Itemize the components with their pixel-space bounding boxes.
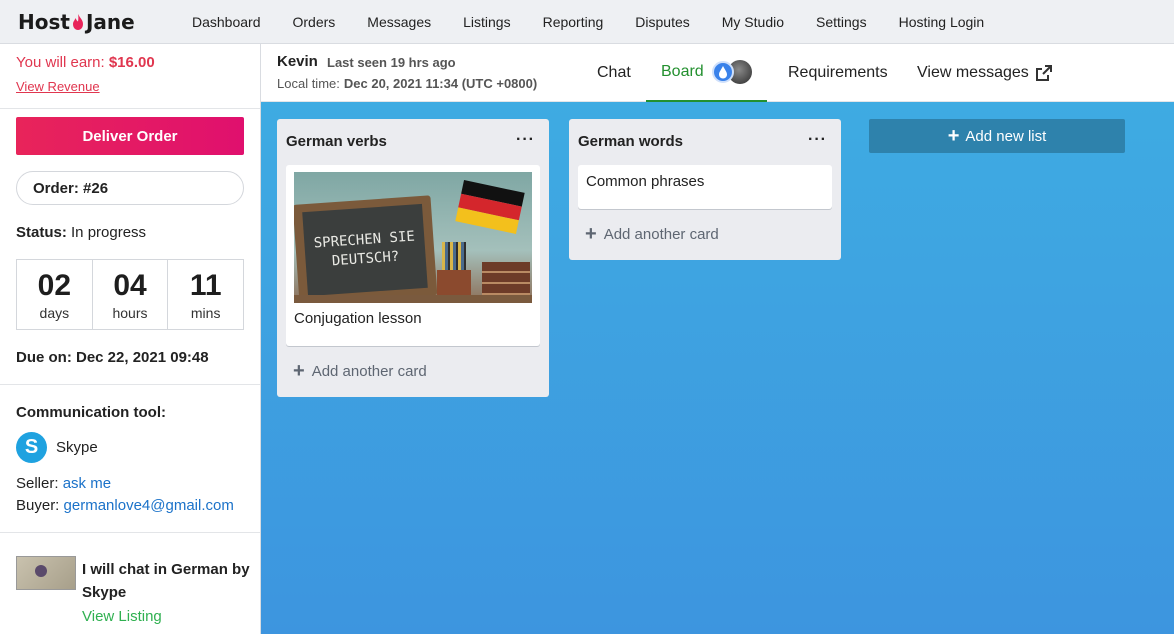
board-list: German words ··· Common phrases + Add an… xyxy=(569,119,841,260)
nav-dashboard[interactable]: Dashboard xyxy=(192,14,261,30)
order-sidebar: You will earn: $16.00 View Revenue Deliv… xyxy=(0,44,261,634)
tab-view-messages[interactable]: View messages xyxy=(917,44,1052,102)
board-card[interactable]: SPRECHEN SIE DEUTSCH? Conjugation lesson xyxy=(286,165,540,346)
tab-board-label: Board xyxy=(661,63,704,80)
board-list: German verbs ··· SPRECHEN SIE DEUTSCH? C… xyxy=(277,119,549,397)
nav-settings[interactable]: Settings xyxy=(816,14,867,30)
board-area: German verbs ··· SPRECHEN SIE DEUTSCH? C… xyxy=(261,102,1174,634)
more-icon[interactable]: ··· xyxy=(808,131,827,149)
divider xyxy=(0,108,260,109)
seller-contact: Seller: ask me xyxy=(16,475,111,492)
status-value: In progress xyxy=(66,224,147,241)
timer-days-value: 02 xyxy=(37,268,72,302)
timer-hours-value: 04 xyxy=(113,268,147,302)
communication-tool: S Skype xyxy=(16,432,98,463)
add-new-list-button[interactable]: + Add new list xyxy=(869,119,1125,153)
local-time: Local time: Dec 20, 2021 11:34 (UTC +0800… xyxy=(277,76,537,91)
pencils-decoration xyxy=(442,242,466,272)
hostjane-logo[interactable]: Host Jane xyxy=(18,10,192,34)
timer-hours-label: hours xyxy=(112,304,148,321)
buyer-name: Kevin xyxy=(277,53,318,70)
nav-my-studio[interactable]: My Studio xyxy=(722,14,784,30)
nav-menu: Dashboard Orders Messages Listings Repor… xyxy=(192,14,1016,30)
communication-tool-title: Communication tool: xyxy=(16,404,166,421)
seller-label: Seller: xyxy=(16,475,63,492)
timer-days: 02 days xyxy=(17,260,93,329)
timer-mins: 11 mins xyxy=(168,260,243,329)
skype-icon: S xyxy=(16,432,47,463)
german-flag xyxy=(455,180,525,234)
card-cover-image: SPRECHEN SIE DEUTSCH? xyxy=(294,172,532,303)
add-card-label: Add another card xyxy=(311,363,427,380)
status-label: Status: xyxy=(16,224,67,241)
nav-orders[interactable]: Orders xyxy=(293,14,336,30)
timer-mins-value: 11 xyxy=(189,268,222,302)
chalkboard-frame: SPRECHEN SIE DEUTSCH? xyxy=(294,195,438,303)
board-card[interactable]: Common phrases xyxy=(578,165,832,209)
local-time-value: Dec 20, 2021 11:34 (UTC +0800) xyxy=(343,76,538,91)
external-link-icon xyxy=(1035,65,1052,81)
earn-label: You will earn: xyxy=(16,54,109,71)
listing-thumbnail[interactable] xyxy=(16,556,76,590)
list-title: German verbs xyxy=(286,133,387,150)
nav-listings[interactable]: Listings xyxy=(463,14,510,30)
tab-requirements-label: Requirements xyxy=(788,64,888,81)
order-header: Kevin Last seen 19 hrs ago Local time: De… xyxy=(261,44,1174,102)
table-decoration xyxy=(294,295,532,303)
tab-chat[interactable]: Chat xyxy=(597,44,631,102)
tab-requirements[interactable]: Requirements xyxy=(788,44,888,102)
tab-chat-label: Chat xyxy=(597,64,631,81)
due-date: Due on: Dec 22, 2021 09:48 xyxy=(16,349,209,366)
plus-icon: + xyxy=(947,124,960,147)
nav-messages[interactable]: Messages xyxy=(367,14,431,30)
list-title: German words xyxy=(578,133,684,150)
add-list-label: Add new list xyxy=(965,127,1047,145)
nav-hosting-login[interactable]: Hosting Login xyxy=(899,14,985,30)
card-title: Common phrases xyxy=(586,173,705,190)
nav-disputes[interactable]: Disputes xyxy=(635,14,689,30)
view-revenue-link[interactable]: View Revenue xyxy=(16,79,100,94)
view-listing-link[interactable]: View Listing xyxy=(82,608,162,625)
chalkboard-text-line2: DEUTSCH? xyxy=(331,248,400,270)
add-card-button[interactable]: + Add another card xyxy=(585,223,719,245)
seller-contact-link[interactable]: ask me xyxy=(63,475,111,492)
listing-title: I will chat in German by Skype xyxy=(82,561,250,601)
buyer-label: Buyer: xyxy=(16,497,64,514)
thumbnail-avatar xyxy=(35,565,47,577)
order-number: Order: #26 xyxy=(16,171,244,205)
divider xyxy=(0,384,260,385)
local-time-label: Local time: xyxy=(277,76,340,91)
timer-mins-label: mins xyxy=(190,304,221,321)
earnings-text: You will earn: $16.00 xyxy=(16,54,155,71)
add-card-button[interactable]: + Add another card xyxy=(293,360,427,382)
buyer-email-link[interactable]: germanlove4@gmail.com xyxy=(64,497,234,514)
buyer-contact: Buyer: germanlove4@gmail.com xyxy=(16,497,234,514)
deliver-order-button[interactable]: Deliver Order xyxy=(16,117,244,155)
plus-icon: + xyxy=(293,360,305,382)
logo-text-host: Host xyxy=(18,9,70,34)
timer-hours: 04 hours xyxy=(93,260,169,329)
add-card-label: Add another card xyxy=(603,226,719,243)
flame-icon xyxy=(72,13,83,30)
countdown-timer: 02 days 04 hours 11 mins xyxy=(16,259,244,330)
last-seen: Last seen 19 hrs ago xyxy=(327,55,456,70)
nav-reporting[interactable]: Reporting xyxy=(543,14,604,30)
earn-amount: $16.00 xyxy=(108,54,155,71)
plus-icon: + xyxy=(585,223,597,245)
logo-text-jane: Jane xyxy=(85,9,135,34)
divider xyxy=(0,532,260,533)
chalkboard: SPRECHEN SIE DEUTSCH? xyxy=(302,203,428,297)
tab-view-messages-label: View messages xyxy=(917,64,1029,81)
top-navbar: Host Jane Dashboard Orders Messages List… xyxy=(0,0,1174,44)
timer-days-label: days xyxy=(39,304,70,321)
tab-board[interactable]: Board xyxy=(646,44,767,102)
card-title: Conjugation lesson xyxy=(294,310,422,327)
order-status: Status: In progress xyxy=(16,224,146,241)
communication-tool-name: Skype xyxy=(56,439,98,456)
more-icon[interactable]: ··· xyxy=(516,131,535,149)
drop-icon xyxy=(711,61,734,83)
